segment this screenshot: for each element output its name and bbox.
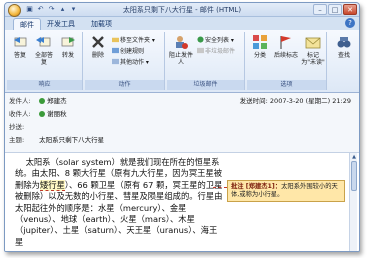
safe-list-button[interactable]: 安全列表 ▾ bbox=[197, 36, 234, 45]
rule-icon bbox=[112, 47, 119, 54]
comment-connector bbox=[213, 187, 227, 188]
binoculars-icon bbox=[337, 37, 351, 48]
mark-unread-button[interactable]: 标记为"未读" bbox=[300, 34, 326, 66]
delete-button[interactable]: 删除 bbox=[87, 34, 109, 59]
subject-row: 主题: 太阳系只剩下八大行星 bbox=[9, 135, 104, 145]
sent-value: 2007-3-20 (星期二) 21:29 bbox=[269, 97, 351, 105]
block-sender-icon bbox=[176, 36, 188, 49]
ribbon-tabs: 邮件 开发工具 加载项 ? bbox=[5, 17, 359, 30]
window-title: 太阳系只剩下八大行星 - 邮件 (HTML) bbox=[122, 6, 242, 14]
ribbon: 答复 全部答复 转发 响应 删除 移至文件夹 ▾ 创建规则 其他动作 ▾ 动作 … bbox=[5, 30, 359, 93]
create-rule-button[interactable]: 创建规则 bbox=[112, 47, 144, 56]
folder-icon bbox=[112, 37, 119, 43]
reply-icon bbox=[14, 37, 27, 47]
sent-label: 发送时间: bbox=[239, 97, 268, 105]
help-icon[interactable]: ? bbox=[345, 18, 355, 28]
message-body[interactable]: 太阳系（solar system）就是我们现在所在的恒星系统。由太阳、8 颗大行… bbox=[5, 153, 359, 251]
group-label-junk: 垃圾邮件 bbox=[167, 80, 244, 90]
body-text: 太阳系（solar system）就是我们现在所在的恒星系统。由太阳、8 颗大行… bbox=[15, 157, 223, 247]
mark-unread-label: 标记为"未读" bbox=[301, 52, 325, 66]
close-button[interactable]: ✕ bbox=[343, 4, 357, 15]
presence-icon bbox=[39, 110, 46, 117]
group-find: 查找 bbox=[329, 32, 359, 90]
presence-icon bbox=[39, 97, 46, 104]
comment-balloon[interactable]: 批注 [郑建杰1]：太阳系外围较小的天体,或称为小行星。 bbox=[227, 180, 345, 202]
minimize-button[interactable]: – bbox=[313, 4, 327, 15]
find-button[interactable]: 查找 bbox=[333, 34, 355, 59]
categorize-label: 分类 bbox=[253, 52, 266, 59]
tab-message[interactable]: 邮件 bbox=[13, 18, 41, 30]
forward-label: 转发 bbox=[61, 52, 74, 59]
group-label-respond: 响应 bbox=[7, 80, 82, 90]
delete-label: 删除 bbox=[91, 52, 104, 59]
forward-button[interactable]: 转发 bbox=[57, 34, 79, 59]
reply-all-button[interactable]: 全部答复 bbox=[33, 34, 55, 66]
reply-label: 答复 bbox=[13, 52, 26, 59]
tab-addins[interactable]: 加载项 bbox=[85, 18, 118, 30]
find-label: 查找 bbox=[337, 52, 350, 59]
sent-row: 发送时间: 2007-3-20 (星期二) 21:29 bbox=[240, 96, 351, 106]
reply-button[interactable]: 答复 bbox=[9, 34, 31, 59]
not-junk-icon bbox=[197, 47, 204, 54]
group-respond: 答复 全部答复 转发 响应 bbox=[7, 32, 83, 90]
move-to-folder-button[interactable]: 移至文件夹 ▾ bbox=[112, 36, 155, 45]
from-row: 发件人: 郑建杰 bbox=[9, 96, 67, 106]
from-label: 发件人: bbox=[9, 97, 31, 105]
follow-up-button[interactable]: 后续标志 bbox=[273, 34, 299, 59]
delete-icon bbox=[92, 36, 104, 48]
forward-icon bbox=[61, 37, 75, 47]
cc-row: 抄送: bbox=[9, 122, 37, 132]
message-header: 发件人: 郑建杰 收件人: 谢丽秋 抄送: 主题: 太阳系只剩下八大行星 发送时… bbox=[5, 93, 359, 153]
subject-value: 太阳系只剩下八大行星 bbox=[39, 136, 105, 144]
comment-author: 批注 [郑建杰1]： bbox=[231, 183, 282, 190]
subject-label: 主题: bbox=[9, 136, 25, 144]
group-actions: 删除 移至文件夹 ▾ 创建规则 其他动作 ▾ 动作 bbox=[85, 32, 165, 90]
reply-all-label: 全部答复 bbox=[34, 52, 53, 66]
categorize-icon bbox=[253, 35, 267, 49]
reply-all-icon bbox=[36, 37, 51, 47]
other-actions-button[interactable]: 其他动作 ▾ bbox=[112, 58, 149, 67]
categorize-button[interactable]: 分类 bbox=[249, 34, 271, 59]
to-value[interactable]: 谢丽秋 bbox=[47, 110, 67, 118]
cc-label: 抄送: bbox=[9, 123, 25, 131]
group-label-actions: 动作 bbox=[85, 80, 164, 90]
block-sender-button[interactable]: 阻止发件人 bbox=[169, 34, 193, 66]
follow-up-label: 后续标志 bbox=[273, 52, 298, 59]
group-options: 分类 后续标志 标记为"未读" 选项 bbox=[247, 32, 327, 90]
maximize-button[interactable]: □ bbox=[328, 4, 342, 15]
from-value[interactable]: 郑建杰 bbox=[47, 97, 67, 105]
comment-highlight[interactable]: 矮行星 bbox=[39, 179, 65, 191]
safe-list-icon bbox=[197, 36, 204, 43]
scroll-up-icon[interactable]: ▲ bbox=[350, 153, 358, 161]
not-junk-button[interactable]: 非垃圾邮件 bbox=[197, 47, 235, 56]
to-label: 收件人: bbox=[9, 110, 31, 118]
title-bar: ▣ ↶ ↷ ▴ ▾ 太阳系只剩下八大行星 - 邮件 (HTML) – □ ✕ bbox=[5, 3, 359, 17]
outlook-message-window: ▣ ↶ ↷ ▴ ▾ 太阳系只剩下八大行星 - 邮件 (HTML) – □ ✕ 邮… bbox=[4, 2, 360, 252]
actions-icon bbox=[112, 58, 119, 65]
group-junk: 阻止发件人 安全列表 ▾ 非垃圾邮件 垃圾邮件 bbox=[167, 32, 245, 90]
mark-unread-icon bbox=[305, 37, 321, 49]
tab-developer[interactable]: 开发工具 bbox=[41, 18, 81, 30]
window-controls: – □ ✕ bbox=[313, 4, 357, 15]
block-sender-label: 阻止发件人 bbox=[169, 52, 194, 66]
group-label-options: 选项 bbox=[247, 80, 326, 90]
flag-icon bbox=[280, 36, 291, 49]
scroll-thumb[interactable] bbox=[351, 161, 357, 191]
vertical-scrollbar[interactable]: ▲ bbox=[349, 153, 358, 251]
to-row: 收件人: 谢丽秋 bbox=[9, 109, 67, 119]
